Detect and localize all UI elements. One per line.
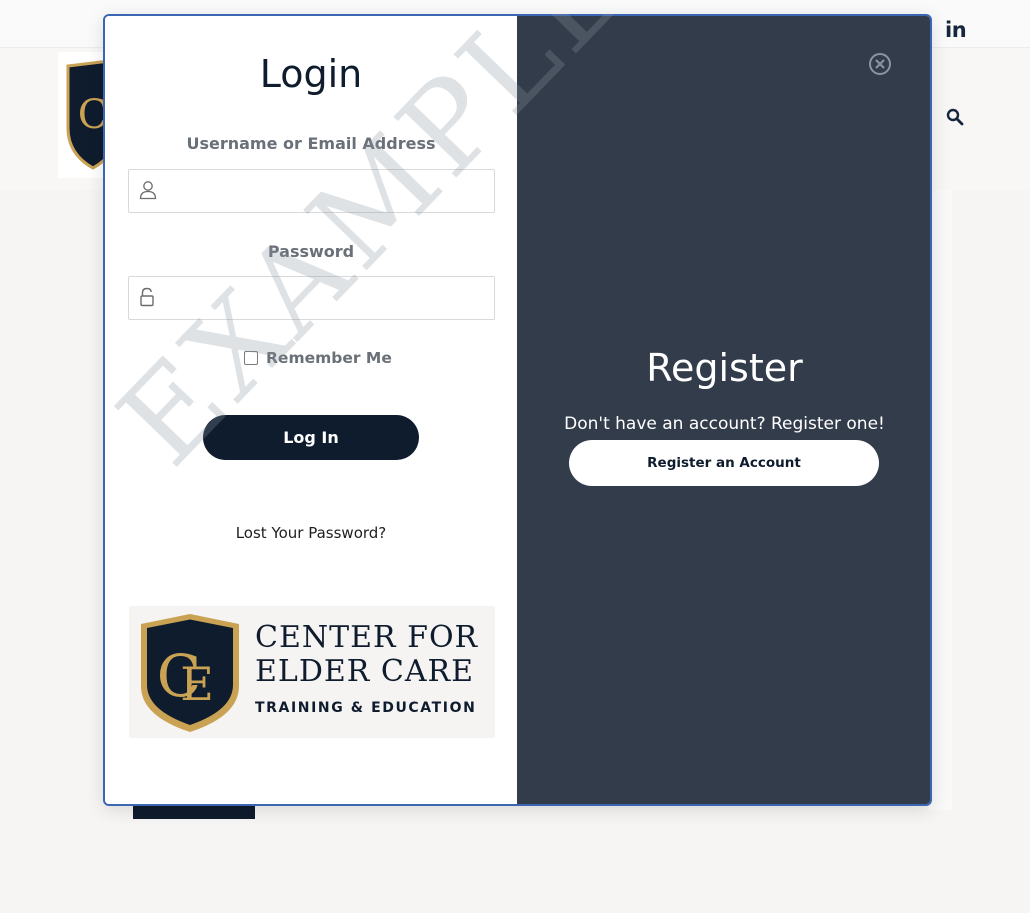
remember-me[interactable]: Remember Me bbox=[244, 348, 392, 368]
linkedin-icon[interactable]: in bbox=[945, 18, 967, 42]
svg-text:E: E bbox=[180, 657, 214, 711]
username-input[interactable] bbox=[167, 170, 487, 212]
brand-name-line1: CENTER FOR bbox=[255, 620, 479, 655]
brand-logo: C E CENTER FOR ELDER CARE TRAINING & EDU… bbox=[129, 606, 495, 738]
page-dark-bar bbox=[133, 806, 255, 819]
shield-logo-icon: C E bbox=[141, 614, 239, 732]
register-button[interactable]: Register an Account bbox=[569, 440, 879, 486]
register-pane: Register Don't have an account? Register… bbox=[517, 16, 930, 804]
lost-password-link[interactable]: Lost Your Password? bbox=[105, 524, 517, 542]
lock-icon bbox=[139, 287, 155, 311]
login-pane: Login Username or Email Address Password bbox=[105, 16, 517, 804]
login-button[interactable]: Log In bbox=[203, 415, 419, 460]
username-label: Username or Email Address bbox=[186, 134, 436, 153]
username-field-wrapper[interactable] bbox=[128, 169, 495, 213]
remember-me-label: Remember Me bbox=[266, 349, 392, 367]
password-input[interactable] bbox=[167, 277, 487, 319]
password-field-wrapper[interactable] bbox=[128, 276, 495, 320]
user-icon bbox=[139, 180, 157, 204]
brand-tagline: TRAINING & EDUCATION bbox=[255, 700, 477, 716]
close-icon[interactable] bbox=[868, 52, 892, 80]
remember-me-checkbox[interactable] bbox=[244, 351, 258, 365]
search-icon[interactable] bbox=[946, 108, 964, 130]
login-title: Login bbox=[259, 52, 363, 96]
login-modal: Login Username or Email Address Password bbox=[103, 14, 932, 806]
register-subtitle: Don't have an account? Register one! bbox=[564, 414, 885, 434]
register-title: Register bbox=[646, 346, 803, 390]
brand-name-line2: ELDER CARE bbox=[255, 654, 475, 689]
password-label: Password bbox=[267, 242, 355, 261]
